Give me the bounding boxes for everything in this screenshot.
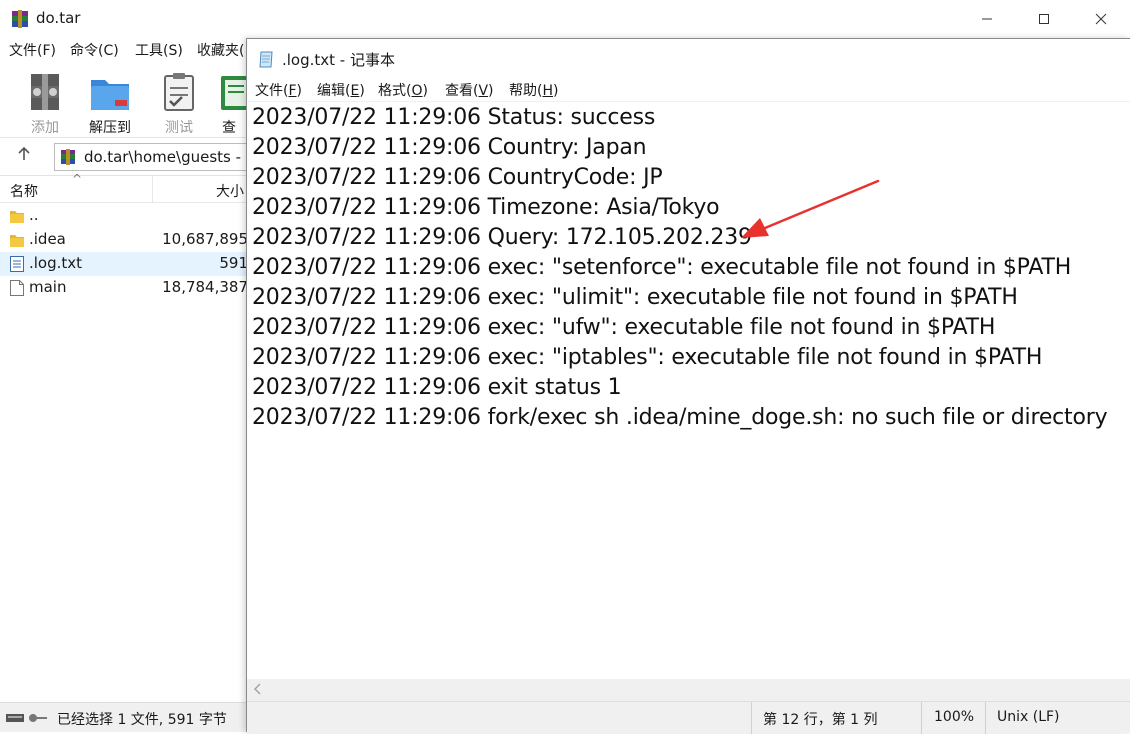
file-name: .log.txt — [29, 254, 83, 272]
column-name-header[interactable]: 名称 — [10, 181, 38, 201]
maximize-icon — [1038, 14, 1049, 24]
text-file-icon — [10, 256, 24, 272]
notepad-app-icon — [259, 51, 273, 68]
winrar-statusbar: 已经选择 1 文件, 591 字节 — [0, 702, 248, 732]
folder-icon — [10, 235, 24, 247]
log-line: 2023/07/22 11:29:06 CountryCode: JP — [252, 165, 663, 190]
file-row-main[interactable]: main 18,784,387 — [0, 276, 248, 300]
zoom-segment: 100% — [921, 702, 985, 734]
log-line: 2023/07/22 11:29:06 exec: "ulimit": exec… — [252, 285, 1018, 310]
log-line: 2023/07/22 11:29:06 exec: "iptables": ex… — [252, 345, 1043, 370]
winrar-menu-file[interactable]: 文件(F) — [9, 40, 56, 60]
notepad-menu-file[interactable]: 文件(F) — [255, 80, 302, 100]
winrar-app-icon — [12, 10, 28, 28]
extract-to-button[interactable]: 解压到 — [78, 66, 142, 136]
file-name: .. — [29, 206, 39, 224]
file-size: 591 — [219, 254, 248, 272]
winrar-status-text: 已经选择 1 文件, 591 字节 — [57, 712, 227, 728]
view-icon — [221, 76, 248, 110]
close-button[interactable] — [1072, 0, 1129, 38]
log-line: 2023/07/22 11:29:06 Timezone: Asia/Tokyo — [252, 195, 720, 220]
column-divider[interactable] — [152, 176, 153, 203]
notepad-menubar: 文件(F) 编辑(E) 格式(O) 查看(V) 帮助(H) — [247, 79, 1130, 101]
file-icon — [10, 280, 24, 296]
test-button[interactable]: 测试 — [147, 66, 211, 136]
archive-icon — [61, 149, 75, 165]
notepad-title: .log.txt - 记事本 — [282, 51, 395, 69]
test-icon — [164, 73, 194, 111]
view-button-label: 查 — [222, 120, 236, 136]
notepad-menu-help[interactable]: 帮助(H) — [509, 80, 558, 100]
extract-to-button-label: 解压到 — [89, 120, 131, 136]
minimize-button[interactable] — [958, 0, 1015, 38]
zoom-level: 100% — [934, 709, 975, 725]
extract-to-icon — [91, 80, 129, 110]
file-row-idea[interactable]: .idea 10,687,895 — [0, 228, 248, 252]
file-size: 10,687,895 — [162, 230, 248, 248]
file-list-header: 名称 ^ 大小 — [0, 172, 248, 203]
minimize-icon — [981, 18, 992, 20]
path-text: do.tar\home\guests - — [84, 148, 242, 166]
maximize-button[interactable] — [1015, 0, 1072, 38]
winrar-menubar: 文件(F) 命令(C) 工具(S) 收藏夹( — [0, 38, 250, 62]
add-button[interactable]: 添加 — [13, 66, 77, 136]
notepad-text-area[interactable]: 2023/07/22 11:29:06 Status: success 2023… — [247, 101, 1130, 679]
notepad-menu-format[interactable]: 格式(O) — [378, 80, 428, 100]
winrar-menu-favorites[interactable]: 收藏夹( — [197, 40, 244, 60]
winrar-toolbar: 添加 解压到 测试 查 — [0, 62, 248, 138]
file-name: .idea — [29, 230, 66, 248]
path-field[interactable]: do.tar\home\guests - — [54, 143, 250, 171]
close-icon — [1095, 13, 1106, 25]
log-line: 2023/07/22 11:29:06 Status: success — [252, 105, 656, 130]
notepad-window: .log.txt - 记事本 文件(F) 编辑(E) 格式(O) 查看(V) 帮… — [246, 38, 1130, 734]
scroll-left-icon[interactable] — [253, 682, 263, 696]
file-name: main — [29, 278, 67, 296]
file-row-log-txt[interactable]: .log.txt 591 — [0, 252, 248, 276]
cursor-position: 第 12 行，第 1 列 — [763, 712, 878, 728]
folder-icon — [10, 211, 24, 223]
file-size: 18,784,387 — [162, 278, 248, 296]
up-arrow-icon — [18, 146, 30, 160]
log-line: 2023/07/22 11:29:06 fork/exec sh .idea/m… — [252, 405, 1108, 430]
winrar-menu-tools[interactable]: 工具(S) — [135, 40, 183, 60]
log-line: 2023/07/22 11:29:06 exit status 1 — [252, 375, 622, 400]
add-button-label: 添加 — [31, 120, 59, 136]
up-folder-button[interactable] — [12, 146, 36, 168]
add-archive-icon — [31, 74, 59, 110]
winrar-address-bar: do.tar\home\guests - — [0, 140, 250, 174]
notepad-titlebar[interactable]: .log.txt - 记事本 — [247, 39, 1130, 79]
winrar-menu-commands[interactable]: 命令(C) — [70, 40, 119, 60]
column-size-header[interactable]: 大小 — [216, 181, 244, 201]
view-button[interactable]: 查 — [205, 66, 248, 136]
notepad-menu-edit[interactable]: 编辑(E) — [317, 80, 365, 100]
horizontal-scrollbar[interactable] — [247, 679, 1130, 701]
line-ending-segment: Unix (LF) — [985, 702, 1130, 734]
log-line: 2023/07/22 11:29:06 exec: "setenforce": … — [252, 255, 1072, 280]
log-line: 2023/07/22 11:29:06 exec: "ufw": executa… — [252, 315, 996, 340]
drive-and-key-icon — [6, 714, 47, 722]
log-line: 2023/07/22 11:29:06 Country: Japan — [252, 135, 647, 160]
line-ending: Unix (LF) — [997, 709, 1060, 725]
notepad-statusbar: 第 12 行，第 1 列 100% Unix (LF) — [247, 701, 1130, 734]
winrar-titlebar[interactable]: do.tar — [0, 0, 1130, 38]
test-button-label: 测试 — [165, 120, 193, 136]
file-row-parent[interactable]: .. — [0, 204, 248, 228]
notepad-menu-view[interactable]: 查看(V) — [445, 80, 494, 100]
log-line-query: 2023/07/22 11:29:06 Query: 172.105.202.2… — [252, 225, 752, 250]
winrar-title: do.tar — [36, 9, 81, 27]
file-list: 名称 ^ 大小 .. .idea 10,687,895 .log.txt 591… — [0, 172, 248, 700]
cursor-position-segment: 第 12 行，第 1 列 — [751, 702, 911, 734]
sort-ascending-icon: ^ — [72, 172, 83, 186]
